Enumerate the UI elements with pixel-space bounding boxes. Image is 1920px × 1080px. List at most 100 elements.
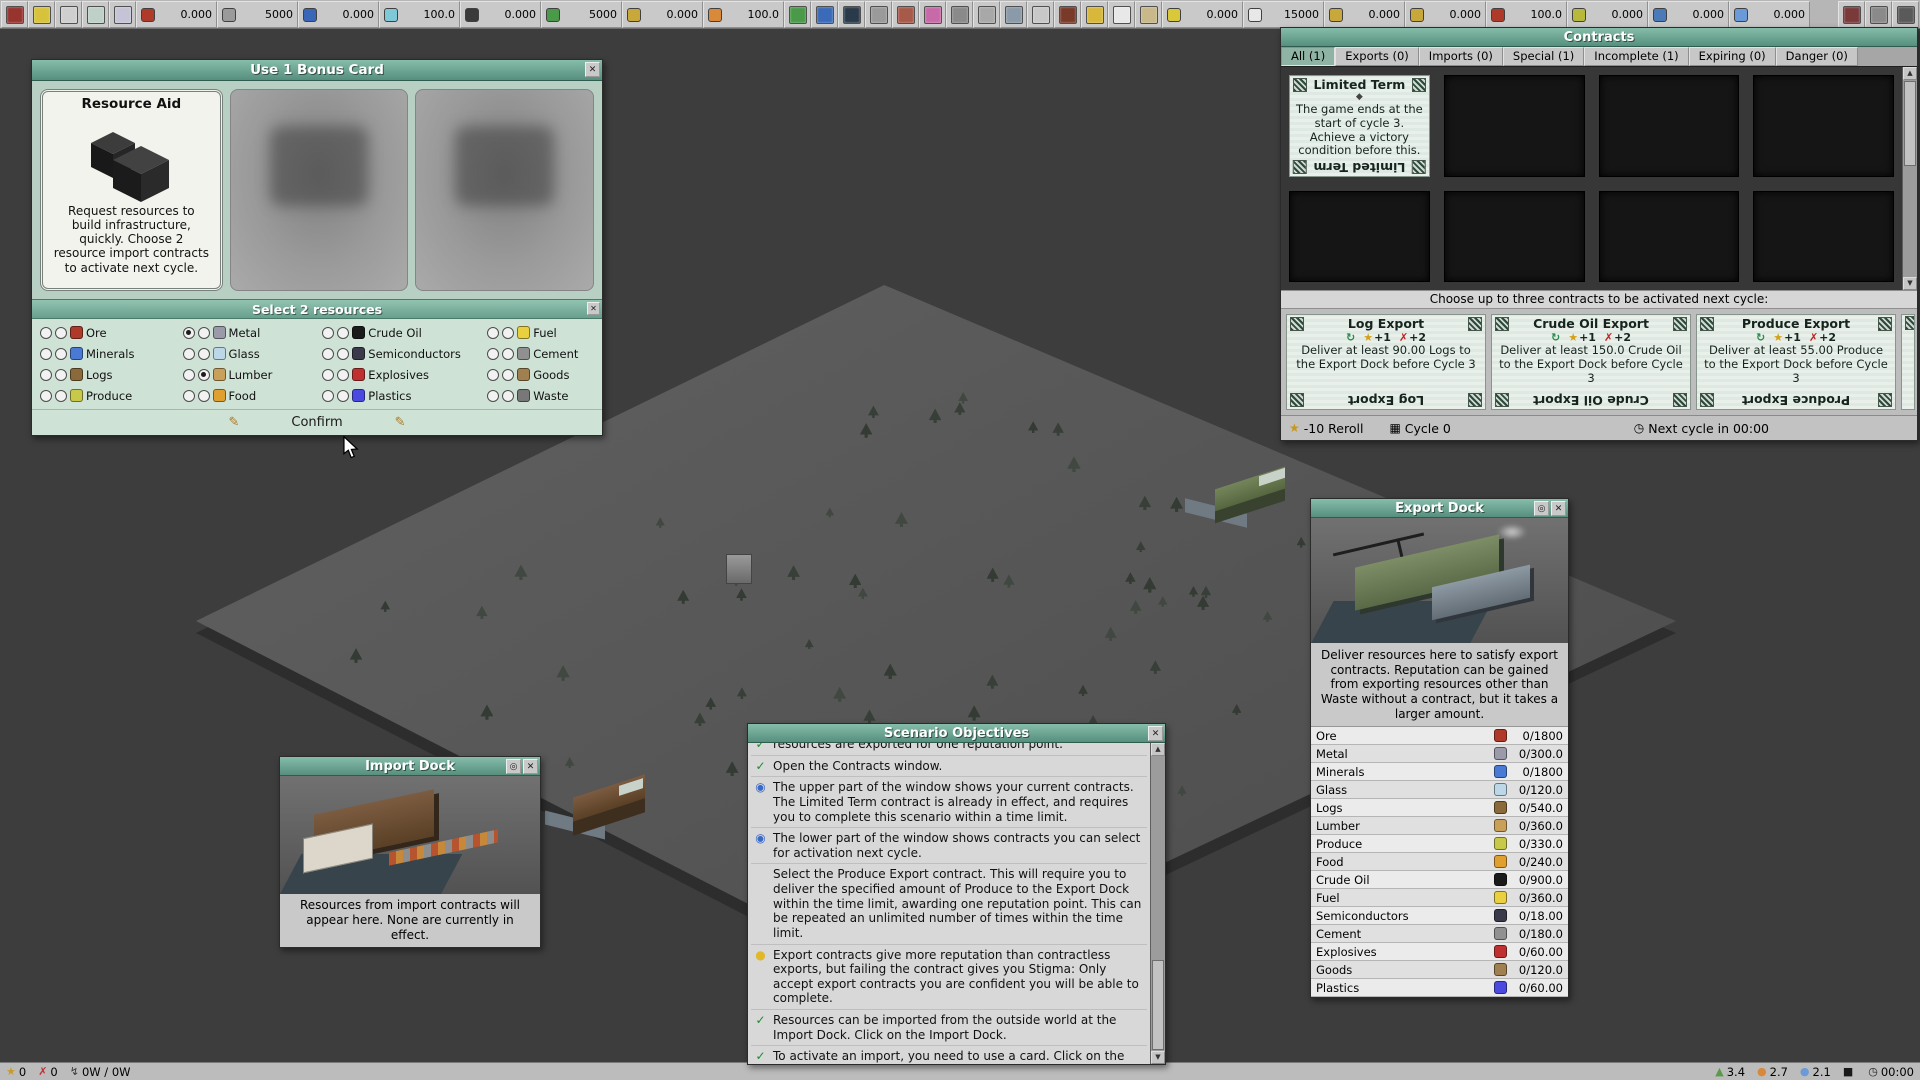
toolbar-icon-button[interactable]: [1108, 1, 1135, 28]
import-slot1-radio[interactable]: [322, 327, 334, 339]
import-slot2-radio[interactable]: [337, 390, 349, 402]
bonus-card-slot-empty[interactable]: [230, 89, 409, 291]
resource-option[interactable]: Glass: [177, 343, 317, 364]
import-slot2-radio[interactable]: [337, 348, 349, 360]
resource-counter-button[interactable]: 5000: [217, 1, 298, 28]
resource-counter-button[interactable]: 100.0: [1486, 1, 1567, 28]
resource-option[interactable]: Crude Oil: [316, 322, 481, 343]
toolbar-icon-button[interactable]: [1054, 1, 1081, 28]
import-slot1-radio[interactable]: [487, 348, 499, 360]
resource-option[interactable]: Plastics: [316, 385, 481, 406]
contract-offer-card[interactable]: Log Export ↻ ★+1 ✗+2 Deliver at least 90…: [1286, 314, 1486, 410]
import-slot1-radio[interactable]: [487, 390, 499, 402]
close-icon[interactable]: ✕: [587, 302, 600, 315]
import-slot1-radio[interactable]: [322, 348, 334, 360]
toolbar-icon-button[interactable]: [1892, 1, 1919, 28]
confirm-button[interactable]: Confirm: [291, 415, 342, 430]
import-slot2-radio[interactable]: [55, 369, 67, 381]
toolbar-icon-button[interactable]: [1081, 1, 1108, 28]
import-slot2-radio[interactable]: [337, 369, 349, 381]
resource-option[interactable]: Fuel: [481, 322, 600, 343]
resource-counter-button[interactable]: 0.000: [622, 1, 703, 28]
scroll-up-icon[interactable]: ▲: [1903, 67, 1917, 80]
close-icon[interactable]: ✕: [1148, 726, 1163, 741]
toolbar-icon-button[interactable]: [892, 1, 919, 28]
import-slot2-radio[interactable]: [502, 390, 514, 402]
resource-counter-button[interactable]: 0.000: [298, 1, 379, 28]
import-slot1-radio[interactable]: [183, 369, 195, 381]
contracts-tab[interactable]: Imports (0): [1419, 47, 1503, 66]
import-slot1-radio[interactable]: [322, 390, 334, 402]
toolbar-icon-button[interactable]: [1000, 1, 1027, 28]
resource-option[interactable]: Waste: [481, 385, 600, 406]
contract-card-limited-term[interactable]: Limited Term ◆ The game ends at the star…: [1289, 75, 1430, 177]
toolbar-tool-button[interactable]: [55, 1, 82, 28]
import-slot1-radio[interactable]: [487, 369, 499, 381]
confirm-row[interactable]: ✎ Confirm ✎: [32, 409, 602, 435]
resource-option[interactable]: Ore: [34, 322, 177, 343]
resource-counter-button[interactable]: 5000: [541, 1, 622, 28]
contracts-tab[interactable]: Exports (0): [1335, 47, 1419, 66]
toolbar-icon-button[interactable]: [1135, 1, 1162, 28]
import-slot2-radio[interactable]: [337, 327, 349, 339]
import-slot1-radio[interactable]: [322, 369, 334, 381]
import-slot2-radio[interactable]: [502, 327, 514, 339]
resource-counter-button[interactable]: 0.000: [460, 1, 541, 28]
toolbar-icon-button[interactable]: [784, 1, 811, 28]
resource-counter-button[interactable]: 0.000: [1162, 1, 1243, 28]
resource-option[interactable]: Explosives: [316, 364, 481, 385]
toolbar-tool-button[interactable]: [28, 1, 55, 28]
contracts-tab[interactable]: Expiring (0): [1689, 47, 1776, 66]
import-slot2-radio[interactable]: [198, 327, 210, 339]
scroll-down-icon[interactable]: ▼: [1151, 1051, 1165, 1064]
import-slot1-radio[interactable]: [40, 327, 52, 339]
contracts-scrollbar[interactable]: ▲ ▼: [1902, 67, 1917, 290]
import-slot1-radio[interactable]: [183, 348, 195, 360]
scrollbar-thumb[interactable]: [1152, 960, 1164, 1051]
import-dock-sprite[interactable]: [545, 780, 665, 846]
resource-counter-button[interactable]: 0.000: [1648, 1, 1729, 28]
contracts-tab[interactable]: Incomplete (1): [1584, 47, 1688, 66]
toolbar-icon-button[interactable]: [865, 1, 892, 28]
resource-counter-button[interactable]: 15000: [1243, 1, 1324, 28]
import-slot1-radio[interactable]: [40, 348, 52, 360]
structure-sprite[interactable]: [726, 554, 752, 584]
import-slot2-radio[interactable]: [55, 327, 67, 339]
contracts-tab[interactable]: All (1): [1281, 47, 1335, 66]
close-icon[interactable]: ✕: [1551, 501, 1566, 516]
objectives-scrollbar[interactable]: ▲ ▼: [1150, 743, 1165, 1064]
bonus-card-resource-aid[interactable]: Resource Aid Request resources to build …: [40, 89, 223, 291]
toolbar-icon-button[interactable]: [838, 1, 865, 28]
resource-counter-button[interactable]: 100.0: [703, 1, 784, 28]
toolbar-icon-button[interactable]: [973, 1, 1000, 28]
import-slot1-radio[interactable]: [487, 327, 499, 339]
contract-offer-card-partial[interactable]: [1901, 314, 1915, 410]
bonus-card-slot-empty[interactable]: [415, 89, 594, 291]
resource-option[interactable]: Logs: [34, 364, 177, 385]
resource-option[interactable]: Metal: [177, 322, 317, 343]
contract-offer-card[interactable]: Produce Export ↻ ★+1 ✗+2 Deliver at leas…: [1696, 314, 1896, 410]
import-window-titlebar[interactable]: Import Dock ◎ ✕: [280, 757, 540, 776]
resource-option[interactable]: Food: [177, 385, 317, 406]
toolbar-icon-button[interactable]: [919, 1, 946, 28]
toolbar-icon-button[interactable]: [1027, 1, 1054, 28]
resource-option[interactable]: Minerals: [34, 343, 177, 364]
scroll-down-icon[interactable]: ▼: [1903, 277, 1917, 290]
resource-option[interactable]: Semiconductors: [316, 343, 481, 364]
resource-counter-button[interactable]: 0.000: [1405, 1, 1486, 28]
import-slot2-radio[interactable]: [198, 390, 210, 402]
toolbar-tool-button[interactable]: [109, 1, 136, 28]
close-icon[interactable]: ✕: [523, 759, 538, 774]
import-slot2-radio[interactable]: [55, 348, 67, 360]
import-slot1-radio[interactable]: [40, 369, 52, 381]
resource-counter-button[interactable]: 0.000: [136, 1, 217, 28]
import-slot2-radio[interactable]: [198, 369, 210, 381]
scroll-up-icon[interactable]: ▲: [1151, 743, 1165, 756]
contracts-tab[interactable]: Special (1): [1503, 47, 1584, 66]
pin-icon[interactable]: ◎: [1534, 501, 1549, 516]
export-window-titlebar[interactable]: Export Dock ◎ ✕: [1311, 499, 1568, 518]
resource-counter-button[interactable]: 0.000: [1567, 1, 1648, 28]
toolbar-tool-button[interactable]: [1, 1, 28, 28]
import-slot1-radio[interactable]: [40, 390, 52, 402]
resource-counter-button[interactable]: 0.000: [1729, 1, 1810, 28]
